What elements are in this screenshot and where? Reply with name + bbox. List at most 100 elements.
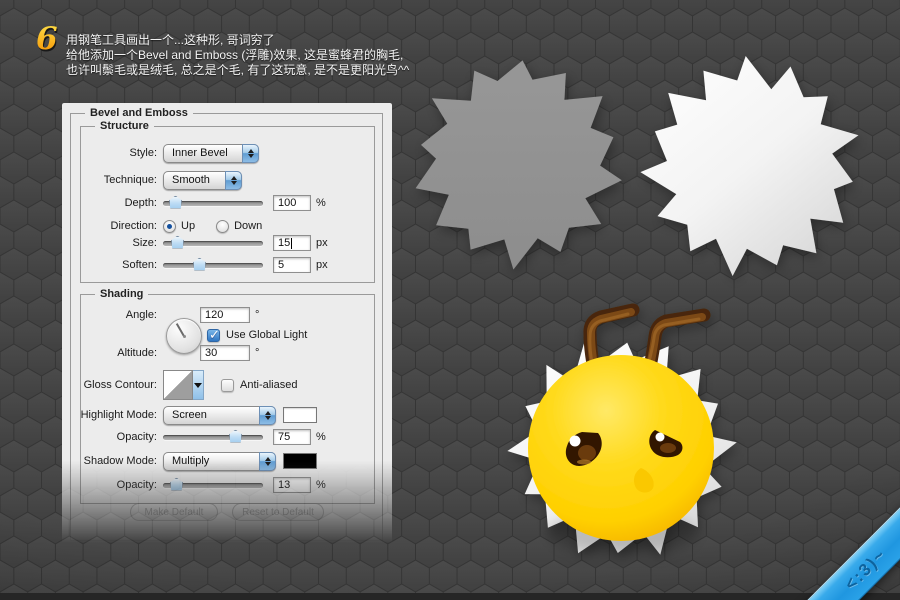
highlight-mode-stepper <box>259 406 276 425</box>
depth-unit: % <box>316 197 326 209</box>
shadow-color-swatch[interactable] <box>283 453 317 469</box>
shadow-opacity-unit: % <box>316 479 326 491</box>
gloss-contour-thumbnail[interactable] <box>163 370 193 400</box>
tutorial-line-2: 给他添加一个Bevel and Emboss (浮雕)效果, 这是蜜蜂君的胸毛, <box>66 48 409 63</box>
tutorial-line-1: 用钢笔工具画出一个...这种形, 哥词穷了 <box>66 33 409 48</box>
shadow-opacity-thumb[interactable] <box>170 478 183 491</box>
soften-value: 5 <box>278 259 284 271</box>
use-global-light-checkbox[interactable] <box>207 329 220 342</box>
highlight-mode-label: Highlight Mode: <box>62 409 163 421</box>
white-starburst-shape <box>640 56 858 276</box>
style-value: Inner Bevel <box>172 147 228 159</box>
depth-field[interactable]: 100 <box>273 195 311 211</box>
altitude-unit: ° <box>255 347 259 359</box>
angle-row: Angle: 120 ° <box>62 305 392 325</box>
technique-value: Smooth <box>172 174 210 186</box>
depth-label: Depth: <box>62 197 163 209</box>
altitude-label: Altitude: <box>62 347 163 359</box>
size-slider-thumb[interactable] <box>171 236 184 249</box>
soften-slider-thumb[interactable] <box>193 258 206 271</box>
step-number: 6 <box>36 22 58 56</box>
shadow-opacity-row: Opacity: 13 % <box>62 475 392 495</box>
highlight-opacity-field[interactable]: 75 <box>273 429 311 445</box>
depth-slider-thumb[interactable] <box>169 196 182 209</box>
bee-character <box>507 310 736 555</box>
angle-value: 120 <box>205 309 223 321</box>
soften-field[interactable]: 5 <box>273 257 311 273</box>
altitude-field[interactable]: 30 <box>200 345 250 361</box>
technique-dropdown[interactable]: Smooth <box>163 171 242 190</box>
depth-slider[interactable] <box>163 201 263 206</box>
gray-starburst-shape <box>416 60 622 269</box>
altitude-row: Altitude: 30 ° <box>62 343 392 363</box>
highlight-color-swatch[interactable] <box>283 407 317 423</box>
highlight-opacity-thumb[interactable] <box>229 430 242 443</box>
shadow-opacity-slider[interactable] <box>163 483 263 488</box>
highlight-opacity-label: Opacity: <box>62 431 163 443</box>
highlight-mode-value: Screen <box>172 409 207 421</box>
gloss-contour-dropdown-arrow[interactable] <box>193 370 204 400</box>
direction-down-radio[interactable] <box>216 220 229 233</box>
make-default-label: Make Default <box>145 507 204 518</box>
soften-label: Soften: <box>62 259 163 271</box>
shadow-opacity-value: 13 <box>278 479 290 491</box>
highlight-opacity-value: 75 <box>278 431 290 443</box>
anti-aliased-label: Anti-aliased <box>240 379 297 391</box>
shadow-mode-stepper <box>259 452 276 471</box>
soften-unit: px <box>316 259 328 271</box>
bee-face <box>528 355 714 541</box>
reset-default-label: Reset to Default <box>242 507 314 518</box>
technique-dropdown-stepper <box>225 171 242 190</box>
depth-value: 100 <box>278 197 296 209</box>
size-value: 15 <box>278 237 290 249</box>
highlight-mode-dropdown[interactable]: Screen <box>163 406 276 425</box>
shadow-mode-value: Multiply <box>172 455 209 467</box>
gloss-contour-row: Gloss Contour: Anti-aliased <box>62 369 392 401</box>
bevel-emboss-panel: Bevel and Emboss Structure Shading Style… <box>62 103 392 548</box>
direction-down-label: Down <box>234 220 262 232</box>
style-dropdown[interactable]: Inner Bevel <box>163 144 259 163</box>
size-row: Size: 15 px <box>62 233 392 253</box>
shadow-opacity-label: Opacity: <box>62 479 163 491</box>
size-unit: px <box>316 237 328 249</box>
shadow-opacity-field[interactable]: 13 <box>273 477 311 493</box>
highlight-opacity-row: Opacity: 75 % <box>62 427 392 447</box>
direction-label: Direction: <box>62 220 163 232</box>
use-global-light-row: Use Global Light <box>207 327 307 343</box>
direction-up-label: Up <box>181 220 195 232</box>
soften-slider[interactable] <box>163 263 263 268</box>
shadow-mode-label: Shadow Mode: <box>62 455 163 467</box>
style-row: Style: Inner Bevel <box>62 143 392 163</box>
angle-unit: ° <box>255 309 259 321</box>
style-label: Style: <box>62 147 163 159</box>
angle-dial-hub <box>183 335 186 338</box>
angle-label: Angle: <box>62 309 163 321</box>
reset-default-button[interactable]: Reset to Default <box>232 503 324 521</box>
size-label: Size: <box>62 237 163 249</box>
highlight-opacity-slider[interactable] <box>163 435 263 440</box>
size-slider[interactable] <box>163 241 263 246</box>
tutorial-text: 用钢笔工具画出一个...这种形, 哥词穷了 给他添加一个Bevel and Em… <box>66 33 409 78</box>
highlight-opacity-unit: % <box>316 431 326 443</box>
shading-legend: Shading <box>95 288 148 300</box>
tutorial-line-3: 也许叫鬃毛或是绒毛, 总之是个毛, 有了这玩意, 是不是更阳光鸟^^ <box>66 63 409 78</box>
depth-row: Depth: 100 % <box>62 193 392 213</box>
shadow-mode-row: Shadow Mode: Multiply <box>62 451 392 471</box>
anti-aliased-checkbox[interactable] <box>221 379 234 392</box>
technique-row: Technique: Smooth <box>62 170 392 190</box>
use-global-light-label: Use Global Light <box>226 329 307 341</box>
size-field[interactable]: 15 <box>273 235 311 251</box>
technique-label: Technique: <box>62 174 163 186</box>
angle-field[interactable]: 120 <box>200 307 250 323</box>
gloss-contour-label: Gloss Contour: <box>62 379 163 391</box>
structure-legend: Structure <box>95 120 154 132</box>
altitude-value: 30 <box>205 347 217 359</box>
text-cursor <box>291 238 292 249</box>
make-default-button[interactable]: Make Default <box>130 503 218 521</box>
panel-title: Bevel and Emboss <box>85 107 193 119</box>
direction-up-radio[interactable] <box>163 220 176 233</box>
shadow-mode-dropdown[interactable]: Multiply <box>163 452 276 471</box>
highlight-mode-row: Highlight Mode: Screen <box>62 405 392 425</box>
soften-row: Soften: 5 px <box>62 255 392 275</box>
style-dropdown-stepper <box>242 144 259 163</box>
